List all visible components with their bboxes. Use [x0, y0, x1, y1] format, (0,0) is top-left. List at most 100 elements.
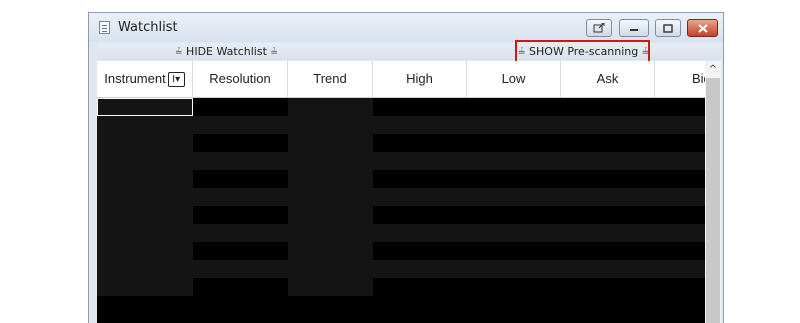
table-row[interactable]: [97, 152, 705, 170]
table-cell[interactable]: [193, 224, 288, 242]
table-cell[interactable]: [97, 224, 193, 242]
minimize-button[interactable]: [619, 19, 649, 37]
table-cell[interactable]: [193, 98, 288, 116]
table-cell[interactable]: [373, 188, 467, 206]
table-cell[interactable]: [97, 134, 193, 152]
table-cell[interactable]: [97, 188, 193, 206]
table-cell[interactable]: [467, 116, 561, 134]
scroll-up-icon[interactable]: ^: [705, 61, 721, 78]
table-cell[interactable]: [97, 242, 193, 260]
table-cell[interactable]: [193, 260, 288, 278]
table-cell[interactable]: [97, 260, 193, 278]
table-cell[interactable]: [655, 206, 705, 224]
table-cell[interactable]: [373, 170, 467, 188]
table-cell[interactable]: [288, 278, 373, 296]
table-cell[interactable]: [288, 188, 373, 206]
close-button[interactable]: [687, 19, 718, 37]
table-cell[interactable]: [561, 170, 655, 188]
table-cell[interactable]: [467, 242, 561, 260]
table-cell[interactable]: [655, 278, 705, 296]
table-cell[interactable]: [193, 116, 288, 134]
column-header-ask[interactable]: Ask: [561, 61, 655, 97]
table-cell[interactable]: [561, 278, 655, 296]
table-cell[interactable]: [655, 242, 705, 260]
table-cell[interactable]: [373, 224, 467, 242]
table-cell[interactable]: [467, 278, 561, 296]
hide-watchlist-button[interactable]: ≟ HIDE Watchlist ≟: [175, 44, 278, 59]
table-row[interactable]: [97, 170, 705, 188]
column-header-high[interactable]: High: [373, 61, 467, 97]
column-header-instrument[interactable]: Instrument I▾: [97, 61, 193, 97]
table-cell[interactable]: [561, 188, 655, 206]
watchlist-grid[interactable]: [97, 98, 705, 323]
table-row[interactable]: [97, 134, 705, 152]
scrollbar-thumb[interactable]: [706, 78, 720, 323]
table-cell[interactable]: [655, 188, 705, 206]
table-cell[interactable]: [467, 98, 561, 116]
table-cell[interactable]: [193, 134, 288, 152]
table-cell[interactable]: [97, 206, 193, 224]
table-row[interactable]: [97, 188, 705, 206]
table-cell[interactable]: [288, 224, 373, 242]
table-cell[interactable]: [561, 206, 655, 224]
table-cell[interactable]: [467, 134, 561, 152]
table-cell[interactable]: [655, 260, 705, 278]
detach-window-button[interactable]: [586, 19, 612, 37]
table-cell[interactable]: [193, 152, 288, 170]
table-cell[interactable]: [97, 278, 193, 296]
table-cell[interactable]: [467, 224, 561, 242]
table-cell[interactable]: [561, 224, 655, 242]
table-cell[interactable]: [561, 260, 655, 278]
table-cell[interactable]: [288, 116, 373, 134]
table-cell[interactable]: [467, 170, 561, 188]
table-cell[interactable]: [193, 242, 288, 260]
table-cell[interactable]: [467, 188, 561, 206]
table-cell[interactable]: [655, 170, 705, 188]
table-cell[interactable]: [288, 170, 373, 188]
table-cell[interactable]: [373, 206, 467, 224]
table-row[interactable]: [97, 278, 705, 296]
table-cell[interactable]: [373, 278, 467, 296]
table-cell[interactable]: [288, 242, 373, 260]
table-row[interactable]: [97, 116, 705, 134]
maximize-button[interactable]: [655, 19, 681, 37]
table-cell[interactable]: [288, 260, 373, 278]
table-cell[interactable]: [467, 152, 561, 170]
table-cell[interactable]: [288, 134, 373, 152]
table-cell[interactable]: [97, 152, 193, 170]
table-cell[interactable]: [193, 206, 288, 224]
table-cell[interactable]: [193, 278, 288, 296]
table-cell[interactable]: [373, 242, 467, 260]
table-cell[interactable]: [373, 116, 467, 134]
table-cell[interactable]: [561, 152, 655, 170]
table-cell[interactable]: [373, 98, 467, 116]
table-cell[interactable]: [288, 206, 373, 224]
table-cell[interactable]: [193, 170, 288, 188]
filter-dropdown-icon[interactable]: I▾: [167, 72, 185, 88]
table-cell[interactable]: [655, 134, 705, 152]
column-header-resolution[interactable]: Resolution: [193, 61, 288, 97]
table-cell[interactable]: [561, 116, 655, 134]
column-header-trend[interactable]: Trend: [288, 61, 373, 97]
table-row[interactable]: [97, 260, 705, 278]
table-cell[interactable]: [193, 188, 288, 206]
vertical-scrollbar[interactable]: ^: [705, 61, 721, 323]
table-cell[interactable]: [288, 152, 373, 170]
table-cell[interactable]: [373, 134, 467, 152]
table-cell[interactable]: [561, 98, 655, 116]
title-bar[interactable]: Watchlist: [89, 13, 723, 42]
table-cell[interactable]: [655, 224, 705, 242]
table-cell[interactable]: [467, 206, 561, 224]
selected-cell[interactable]: [97, 98, 193, 116]
table-cell[interactable]: [373, 152, 467, 170]
table-cell[interactable]: [97, 170, 193, 188]
column-header-low[interactable]: Low: [467, 61, 561, 97]
table-cell[interactable]: [561, 134, 655, 152]
table-row[interactable]: [97, 206, 705, 224]
table-cell[interactable]: [373, 260, 467, 278]
table-cell[interactable]: [655, 116, 705, 134]
table-row[interactable]: [97, 242, 705, 260]
table-cell[interactable]: [561, 242, 655, 260]
table-cell[interactable]: [655, 152, 705, 170]
table-cell[interactable]: [655, 98, 705, 116]
